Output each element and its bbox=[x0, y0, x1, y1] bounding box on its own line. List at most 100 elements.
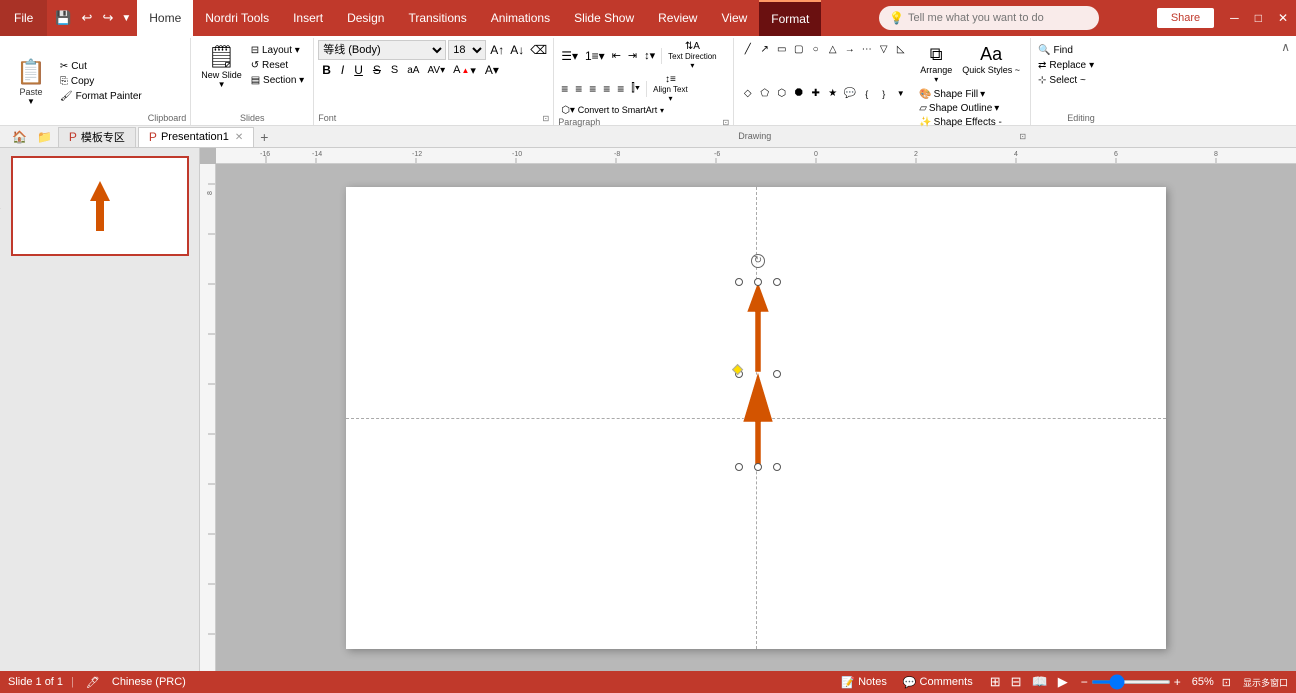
tab-close-button[interactable]: ✕ bbox=[235, 132, 243, 143]
shape-cross[interactable]: ✚ bbox=[808, 86, 823, 101]
handle-tr[interactable] bbox=[773, 278, 781, 286]
arrange-button[interactable]: ⧉ Arrange ▾ bbox=[916, 42, 956, 86]
shape-expand[interactable]: ▼ bbox=[893, 86, 908, 101]
font-size-select[interactable]: 18 bbox=[448, 40, 486, 60]
font-color-button[interactable]: A▾ bbox=[481, 62, 503, 78]
handle-bc[interactable] bbox=[754, 463, 762, 471]
tab-format[interactable]: Format bbox=[759, 0, 821, 36]
status-notes-icon[interactable]: 🖊 bbox=[82, 675, 104, 690]
comments-button[interactable]: 💬 Comments bbox=[897, 674, 979, 691]
qat-save[interactable]: 💾 bbox=[51, 8, 75, 28]
shape-line[interactable]: ╱ bbox=[740, 42, 755, 57]
reading-view-button[interactable]: 📖 bbox=[1029, 672, 1051, 692]
handle-mr[interactable] bbox=[773, 370, 781, 378]
text-direction-button[interactable]: ⇅A Text Direction ▾ bbox=[665, 40, 719, 71]
presentation-tab[interactable]: P Presentation1 ✕ bbox=[138, 127, 254, 147]
close-button[interactable]: ✕ bbox=[1270, 7, 1296, 29]
tab-transitions[interactable]: Transitions bbox=[396, 0, 478, 36]
indent-decrease[interactable]: ⇤ bbox=[609, 48, 624, 63]
paste-dropdown[interactable]: ▼ bbox=[27, 97, 35, 106]
clear-format-button[interactable]: ⌫ bbox=[528, 42, 549, 58]
shape-arrow[interactable]: ↗ bbox=[757, 42, 772, 57]
align-left[interactable]: ≡ bbox=[558, 81, 571, 97]
paragraph-dialog-launcher[interactable]: ⊡ bbox=[723, 118, 730, 127]
zoom-in-button[interactable]: + bbox=[1174, 675, 1181, 689]
shape-triangle[interactable]: △ bbox=[825, 42, 840, 57]
handle-bl[interactable] bbox=[735, 463, 743, 471]
qat-more[interactable]: ▼ bbox=[119, 11, 133, 26]
shape-hex[interactable]: ⬡ bbox=[774, 86, 789, 101]
copy-button[interactable]: ⎘ Copy bbox=[56, 75, 146, 88]
quick-styles-button[interactable]: Aa Quick Styles ~ bbox=[958, 42, 1024, 86]
format-painter-button[interactable]: 🖌 Format Painter bbox=[56, 90, 146, 103]
tab-nordri[interactable]: Nordri Tools bbox=[193, 0, 281, 36]
shape-rect[interactable]: ▭ bbox=[774, 42, 789, 57]
bullets-button[interactable]: ☰▾ bbox=[558, 48, 581, 64]
select-button[interactable]: ⊹ Select ~ bbox=[1035, 74, 1127, 87]
strikethrough-button[interactable]: S bbox=[369, 62, 385, 78]
tab-insert[interactable]: Insert bbox=[281, 0, 335, 36]
smallcaps-button[interactable]: aA bbox=[404, 64, 422, 77]
slide-show-button[interactable]: ▶ bbox=[1055, 672, 1071, 692]
folder-button[interactable]: 📁 bbox=[33, 128, 56, 146]
shape-star[interactable]: ★ bbox=[825, 86, 840, 101]
handle-tl[interactable] bbox=[735, 278, 743, 286]
shape-outline-button[interactable]: ▱ Shape Outline ▾ bbox=[916, 102, 1024, 115]
file-button[interactable]: File bbox=[0, 0, 47, 36]
cut-button[interactable]: ✂ Cut bbox=[56, 60, 146, 73]
tab-review[interactable]: Review bbox=[646, 0, 709, 36]
shape-rounded-rect[interactable]: ▢ bbox=[791, 42, 806, 57]
tell-me-input[interactable] bbox=[908, 12, 1088, 24]
align-justify[interactable]: ≡ bbox=[600, 81, 613, 97]
shape-effects-button[interactable]: ✨ Shape Effects - bbox=[916, 116, 1024, 129]
slide-page[interactable]: ↻ bbox=[346, 187, 1166, 649]
share-button[interactable]: Share bbox=[1157, 8, 1214, 28]
new-slide-button[interactable]: 🗒 New Slide ▼ bbox=[197, 40, 246, 93]
home-folder-button[interactable]: 🏠 bbox=[8, 128, 31, 146]
fit-window-button[interactable]: ⊡ bbox=[1218, 674, 1235, 691]
shape-container[interactable]: ↻ bbox=[739, 282, 777, 467]
qat-undo[interactable]: ↩ bbox=[78, 8, 97, 28]
slide-sorter-button[interactable]: ⊟ bbox=[1008, 672, 1025, 692]
font-size-increase[interactable]: A↑ bbox=[488, 42, 506, 58]
align-distributed[interactable]: ≡ bbox=[614, 81, 627, 97]
numbering-button[interactable]: 1≡▾ bbox=[582, 48, 608, 64]
align-right[interactable]: ≡ bbox=[586, 81, 599, 97]
zoom-out-button[interactable]: − bbox=[1081, 675, 1088, 689]
align-text-button[interactable]: ↕≡ Align Text ▾ bbox=[650, 73, 691, 104]
columns-button[interactable]: ⫿▾ bbox=[628, 81, 643, 96]
reset-button[interactable]: ↺ Reset bbox=[248, 59, 307, 72]
tab-design[interactable]: Design bbox=[335, 0, 396, 36]
minimize-button[interactable]: ─ bbox=[1222, 7, 1247, 29]
slide-item-1[interactable]: 1 bbox=[11, 156, 189, 256]
shape-octagon[interactable]: ⯃ bbox=[791, 86, 806, 101]
normal-view-button[interactable]: ⊞ bbox=[987, 672, 1004, 692]
handle-tc[interactable] bbox=[754, 278, 762, 286]
indent-increase[interactable]: ⇥ bbox=[625, 48, 640, 63]
font-name-select[interactable]: 等线 (Body) bbox=[318, 40, 446, 60]
shape-callout[interactable]: 💬 bbox=[842, 86, 857, 101]
maximize-button[interactable]: □ bbox=[1247, 7, 1270, 29]
align-center[interactable]: ≡ bbox=[572, 81, 585, 97]
qat-redo[interactable]: ↪ bbox=[98, 8, 117, 28]
convert-smartart-button[interactable]: ⬡▾ Convert to SmartArt ▾ bbox=[558, 104, 667, 117]
bold-button[interactable]: B bbox=[318, 62, 335, 78]
shape-isoc-tri[interactable]: ▽ bbox=[876, 42, 891, 57]
drawing-dialog-launcher[interactable]: ⊡ bbox=[1019, 132, 1026, 141]
new-tab-button[interactable]: + bbox=[256, 129, 272, 145]
shape-more[interactable]: ⋯ bbox=[859, 42, 874, 57]
tell-me-box[interactable]: 💡 bbox=[879, 6, 1099, 30]
layout-button[interactable]: ⊟ Layout ▾ bbox=[248, 44, 307, 57]
paste-button[interactable]: 📋 Paste ▼ bbox=[8, 40, 54, 123]
shape-rtarrow[interactable]: → bbox=[842, 42, 857, 57]
collapse-ribbon-button[interactable]: ∧ bbox=[1281, 40, 1290, 54]
section-button[interactable]: ▤ Section ▾ bbox=[248, 74, 307, 87]
shape-rt-tri[interactable]: ◺ bbox=[893, 42, 908, 57]
shape-leftarrow[interactable]: { bbox=[859, 86, 874, 101]
font-size-decrease[interactable]: A↓ bbox=[508, 42, 526, 58]
shape-pentagon[interactable]: ⬠ bbox=[757, 86, 772, 101]
shape-fill-button[interactable]: 🎨 Shape Fill ▾ bbox=[916, 88, 1024, 101]
replace-button[interactable]: ⇄ Replace ▾ bbox=[1035, 59, 1127, 72]
handle-br[interactable] bbox=[773, 463, 781, 471]
font-dialog-launcher[interactable]: ⊡ bbox=[543, 114, 550, 123]
